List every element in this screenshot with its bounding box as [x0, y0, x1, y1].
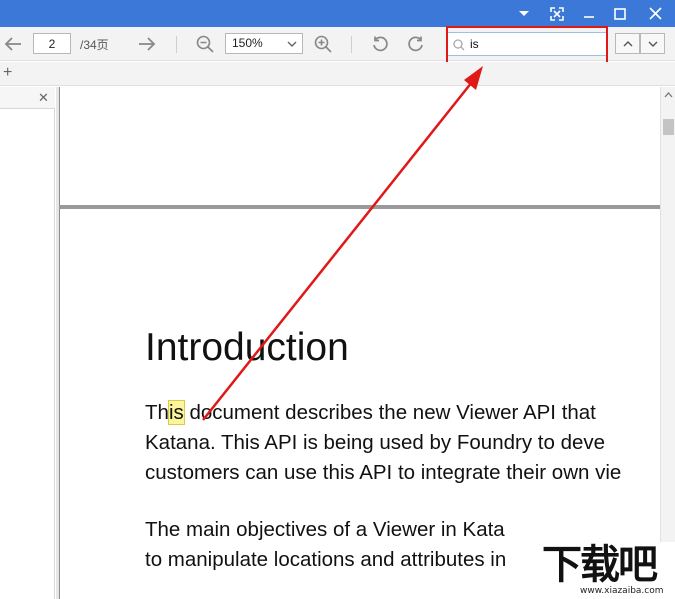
page-total-label: /34页: [80, 38, 109, 52]
maximize-icon[interactable]: [604, 0, 636, 27]
search-icon: [453, 38, 465, 56]
watermark-logo-text: 下载吧: [542, 542, 658, 588]
zoom-out-button[interactable]: [193, 27, 217, 61]
paragraph-line: customers can use this API to integrate …: [145, 461, 622, 484]
sidebar-panel: ✕: [0, 87, 55, 599]
current-page-sheet: Introduction This document describes the…: [59, 209, 660, 599]
paragraph-1: This document describes the new Viewer A…: [145, 398, 660, 488]
paragraph-line: Katana. This API is being used by Foundr…: [145, 431, 606, 454]
search-input[interactable]: [470, 36, 600, 52]
zoom-in-button[interactable]: [311, 27, 335, 61]
toolbar: /34页 150%: [0, 27, 675, 61]
search-box[interactable]: [446, 32, 608, 56]
chevron-down-icon: [287, 37, 297, 56]
window-titlebar: [0, 0, 675, 27]
toolbar-divider: [176, 36, 177, 53]
zoom-value: 150%: [232, 36, 263, 50]
previous-page-button[interactable]: [0, 27, 26, 61]
toolbar-divider: [351, 36, 352, 53]
scroll-up-icon[interactable]: [664, 90, 673, 101]
fullscreen-icon[interactable]: [541, 0, 573, 27]
previous-page-sheet: [59, 87, 660, 205]
close-icon[interactable]: [639, 0, 671, 27]
text-run: document describes the new Viewer API th…: [183, 401, 596, 424]
next-page-button[interactable]: [134, 27, 160, 61]
document-viewport[interactable]: Introduction This document describes the…: [56, 87, 660, 599]
search-previous-button[interactable]: [615, 33, 640, 54]
page-number-input[interactable]: [33, 33, 71, 54]
tab-strip: +: [0, 62, 675, 86]
rotate-left-icon[interactable]: [368, 27, 392, 61]
chevron-up-icon: [623, 40, 632, 46]
document-heading: Introduction: [145, 326, 349, 369]
sidebar-header: ✕: [0, 87, 55, 109]
zoom-select[interactable]: 150%: [225, 33, 303, 54]
search-match-highlight: is: [167, 400, 185, 425]
rotate-right-icon[interactable]: [404, 27, 428, 61]
close-sidebar-icon[interactable]: ✕: [38, 90, 49, 106]
watermark-logo: 下载吧 www.xiazaiba.com: [540, 542, 675, 599]
paragraph-line: This document describes the new Viewer A…: [145, 398, 660, 428]
scroll-thumb[interactable]: [663, 119, 674, 135]
search-next-button[interactable]: [640, 33, 665, 54]
minimize-icon[interactable]: [573, 0, 605, 27]
vertical-scrollbar[interactable]: [660, 87, 675, 599]
text-run: Th: [145, 401, 169, 424]
add-tab-icon[interactable]: +: [3, 64, 12, 82]
page-content: Introduction This document describes the…: [145, 325, 660, 575]
dropdown-menu-icon[interactable]: [508, 0, 540, 27]
paragraph-line: The main objectives of a Viewer in Kata: [145, 518, 505, 541]
watermark-url: www.xiazaiba.com: [580, 586, 664, 596]
chevron-down-icon: [648, 41, 657, 47]
